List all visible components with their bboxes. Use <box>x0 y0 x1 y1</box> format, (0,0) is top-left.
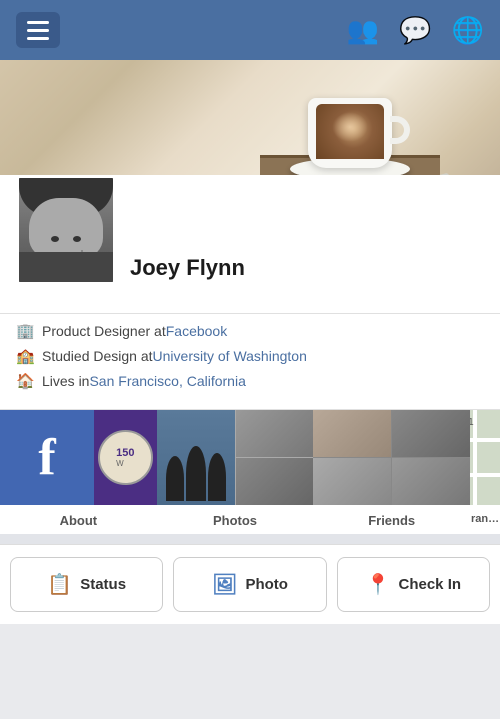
hamburger-line-1 <box>27 21 49 24</box>
map-label: ran… <box>471 505 499 531</box>
info-row-school: 🏫 Studied Design at University of Washin… <box>16 347 484 365</box>
photos-thumbnail <box>157 410 314 505</box>
uw-circle: 150 W <box>98 430 153 485</box>
eye-right <box>73 236 81 242</box>
shirt <box>19 252 113 282</box>
facebook-link[interactable]: Facebook <box>166 323 227 339</box>
photo-cell-2 <box>236 410 314 457</box>
eye-left <box>51 236 59 242</box>
friend-cell-4 <box>392 458 470 505</box>
cup <box>308 98 392 168</box>
friend-cell-2 <box>392 410 470 457</box>
status-icon: 📋 <box>47 572 72 597</box>
friend-cell-3 <box>313 458 391 505</box>
photo-button[interactable]: 🖼 Photo <box>173 557 326 612</box>
bottom-actions: 📋 Status 🖼 Photo 📍 Check In <box>0 544 500 624</box>
skin <box>29 198 103 258</box>
group-photo <box>157 410 235 505</box>
friends-label: Friends <box>368 505 415 534</box>
friends-column[interactable]: Friends <box>313 410 470 534</box>
checkin-label: Check In <box>399 576 462 593</box>
job-text: Product Designer at <box>42 323 166 339</box>
location-text: Lives in <box>42 373 89 389</box>
about-thumb-inner: f 150 W <box>0 410 157 505</box>
uw-inner: 150 W <box>116 447 134 468</box>
about-thumbnail: f 150 W <box>0 410 157 505</box>
avatar-image <box>19 178 113 282</box>
hamburger-line-2 <box>27 29 49 32</box>
friend-cell-1 <box>313 410 391 457</box>
svg-text:101: 101 <box>470 417 474 428</box>
fb-f-letter: f <box>38 432 55 484</box>
avatar <box>16 175 116 285</box>
profile-name: Joey Flynn <box>130 255 245 280</box>
uw-logo-area: 150 W <box>94 410 157 505</box>
cup-handle <box>390 116 410 144</box>
albums-grid: f 150 W About <box>0 410 500 534</box>
photo-cell-main <box>157 410 235 505</box>
top-navigation: 👥 💬 🌐 <box>0 0 500 60</box>
photos-column[interactable]: Photos <box>157 410 314 534</box>
section-divider <box>0 534 500 544</box>
profile-name-area: Joey Flynn <box>130 255 245 285</box>
info-row-job: 🏢 Product Designer at Facebook <box>16 322 484 340</box>
status-button[interactable]: 📋 Status <box>10 557 163 612</box>
info-row-location: 🏠 Lives in San Francisco, California <box>16 372 484 390</box>
friends-icon[interactable]: 👥 <box>347 15 379 46</box>
map-thumbnail: 101 <box>470 410 500 505</box>
albums-section: f 150 W About <box>0 409 500 534</box>
school-icon: 🏫 <box>16 347 34 365</box>
city-link[interactable]: San Francisco, California <box>89 373 245 389</box>
nav-left <box>16 12 60 48</box>
map-roads-svg: 101 <box>470 410 500 505</box>
photo-icon: 🖼 <box>212 572 237 597</box>
person-3 <box>208 453 226 501</box>
globe-icon[interactable]: 🌐 <box>452 15 484 46</box>
map-column: 101 ran… <box>470 410 500 534</box>
person-1 <box>166 456 184 501</box>
profile-section: Joey Flynn <box>0 175 500 313</box>
uw-text: 150 <box>116 447 134 459</box>
profile-row: Joey Flynn <box>16 175 484 285</box>
photo-label: Photo <box>245 576 288 593</box>
photos-label: Photos <box>213 505 257 534</box>
latte-art <box>332 112 368 142</box>
fb-logo-area: f <box>0 410 94 505</box>
photo-cell-3 <box>236 458 314 505</box>
status-label: Status <box>80 576 126 593</box>
nav-right: 👥 💬 🌐 <box>347 15 484 46</box>
hamburger-button[interactable] <box>16 12 60 48</box>
checkin-button[interactable]: 📍 Check In <box>337 557 490 612</box>
coffee-top <box>316 104 384 159</box>
about-column[interactable]: f 150 W About <box>0 410 157 534</box>
job-icon: 🏢 <box>16 322 34 340</box>
friends-thumbnail <box>313 410 470 505</box>
school-text: Studied Design at <box>42 348 153 364</box>
messages-icon[interactable]: 💬 <box>399 15 431 46</box>
about-label: About <box>60 505 98 534</box>
uw-sub: W <box>116 459 134 468</box>
info-section: 🏢 Product Designer at Facebook 🏫 Studied… <box>0 313 500 409</box>
person-2 <box>186 446 206 501</box>
location-icon: 🏠 <box>16 372 34 390</box>
hamburger-line-3 <box>27 37 49 40</box>
checkin-icon: 📍 <box>366 572 391 597</box>
university-link[interactable]: University of Washington <box>153 348 307 364</box>
